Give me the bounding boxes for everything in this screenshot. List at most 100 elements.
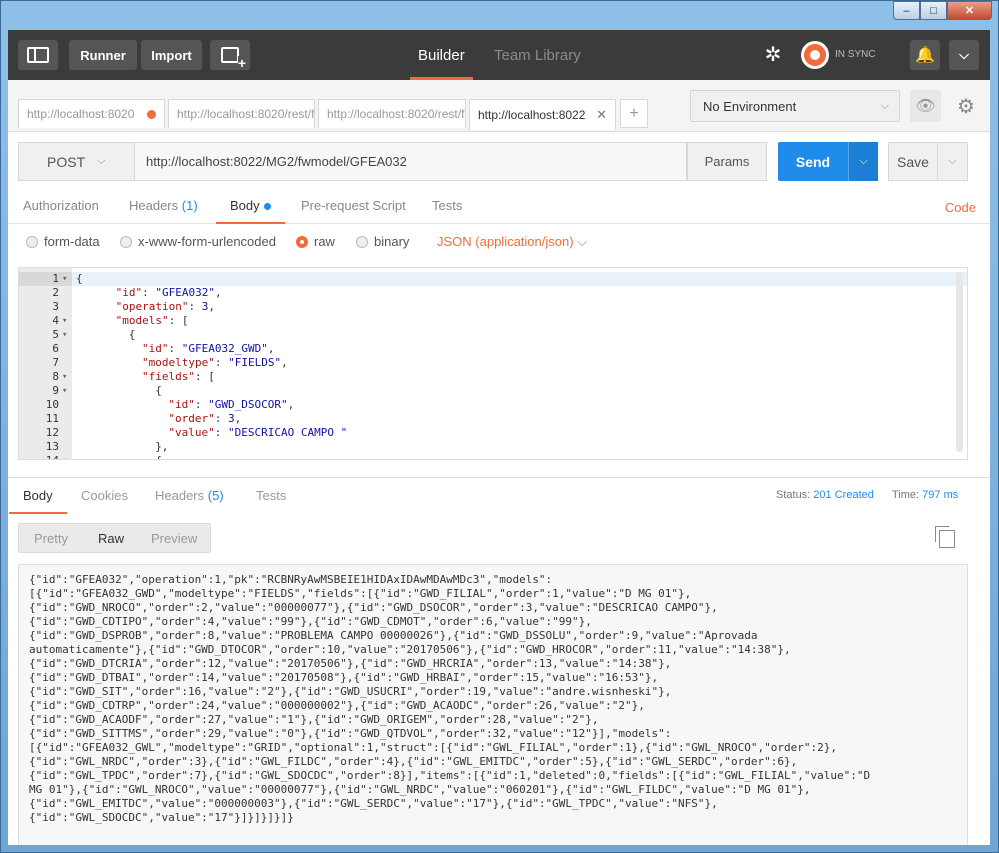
- fold-arrow-icon[interactable]: ▾: [62, 454, 67, 459]
- line-code: "value": "DESCRICAO CAMPO ": [76, 426, 347, 440]
- fold-arrow-icon[interactable]: ▾: [62, 314, 67, 328]
- send-options-button[interactable]: ⌵: [848, 142, 878, 181]
- fold-arrow-icon[interactable]: ▾: [62, 328, 67, 342]
- request-tab-label: http://localhost:8020/rest/f: [177, 107, 315, 121]
- save-button[interactable]: Save: [888, 142, 938, 181]
- request-body-editor[interactable]: 1 ▾{2 "id": "GFEA032", 3 "operation": 3, 4 ▾ "m…: [18, 267, 968, 460]
- tab-headers-label: Headers: [129, 198, 179, 213]
- view-pretty-tab[interactable]: Pretty: [34, 531, 68, 546]
- tab-prerequest-script[interactable]: Pre-request Script: [301, 198, 406, 213]
- response-tab-headers[interactable]: Headers (5): [155, 488, 224, 503]
- tab-body[interactable]: Body: [216, 198, 285, 224]
- builder-tab[interactable]: Builder: [410, 30, 473, 80]
- response-status: Status: 201 Created: [776, 489, 874, 501]
- status-label: Status:: [776, 489, 811, 501]
- json-key: "id": [115, 286, 143, 299]
- minimize-button[interactable]: –: [893, 1, 920, 20]
- body-set-dot-icon: [263, 203, 271, 211]
- line-number: 2: [52, 286, 59, 299]
- time-value: 797 ms: [922, 489, 959, 501]
- runner-button[interactable]: Runner: [69, 40, 137, 70]
- editor-line: 14▾ {: [19, 454, 967, 459]
- json-punct: :: [194, 398, 209, 411]
- radio-circle-icon: [356, 235, 368, 248]
- new-window-button[interactable]: [210, 40, 250, 70]
- postman-app: Runner Import Builder Team Library ✲ IN …: [8, 30, 990, 845]
- json-punct: {: [76, 272, 83, 285]
- line-code: "fields": [: [76, 370, 215, 384]
- chevron-down-icon: ⌵: [577, 234, 588, 249]
- line-code: },: [76, 440, 168, 454]
- editor-line: 7 "modeltype": "FIELDS",: [19, 356, 967, 370]
- url-bar: POST ⌵ http://localhost:8022/MG2/fwmodel…: [18, 142, 980, 182]
- request-tab-3[interactable]: http://localhost:8020/rest/f: [318, 99, 466, 128]
- environment-select[interactable]: No Environment ⌵: [690, 90, 900, 122]
- editor-scrollbar[interactable]: [956, 272, 963, 452]
- request-tab-4[interactable]: http://localhost:8022 ✕: [469, 99, 616, 130]
- radio-binary[interactable]: binary: [356, 234, 409, 249]
- radio-raw[interactable]: raw: [296, 234, 335, 249]
- url-input[interactable]: http://localhost:8022/MG2/fwmodel/GFEA03…: [135, 142, 687, 181]
- line-code: {: [76, 384, 162, 398]
- close-window-button[interactable]: ✕: [947, 1, 992, 20]
- manage-environments-button[interactable]: ⚙: [952, 90, 980, 122]
- send-button[interactable]: Send: [778, 142, 848, 181]
- fold-arrow-icon[interactable]: ▾: [62, 272, 67, 286]
- content-type-value: JSON (application/json): [437, 234, 574, 249]
- team-library-tab[interactable]: Team Library: [494, 30, 581, 80]
- fold-arrow-icon[interactable]: ▾: [62, 384, 67, 398]
- method-select[interactable]: POST ⌵: [18, 142, 135, 181]
- editor-line: 4 ▾ "models": [: [19, 314, 967, 328]
- request-tab-2[interactable]: http://localhost:8020/rest/f: [168, 99, 315, 128]
- interceptor-icon[interactable]: ✲: [760, 42, 786, 68]
- json-key: "id": [168, 398, 195, 411]
- generate-code-link[interactable]: Code: [945, 200, 976, 215]
- radio-selected-icon: [296, 235, 308, 248]
- request-tab-1[interactable]: http://localhost:8020: [18, 99, 165, 128]
- new-window-icon: [221, 47, 246, 70]
- request-tabs-bar: http://localhost:8020 http://localhost:8…: [8, 80, 990, 132]
- view-preview-tab[interactable]: Preview: [151, 531, 197, 546]
- json-punct: :: [142, 286, 156, 299]
- chevron-down-icon: ⌵: [880, 99, 889, 112]
- unsaved-dot-icon: [147, 109, 156, 119]
- fold-arrow-icon[interactable]: ▾: [62, 370, 67, 384]
- response-tab-cookies[interactable]: Cookies: [81, 488, 128, 503]
- response-view-tabs: Pretty Raw Preview: [18, 523, 211, 553]
- close-tab-icon[interactable]: ✕: [596, 107, 607, 123]
- view-raw-tab[interactable]: Raw: [98, 531, 124, 546]
- json-punct: ,: [208, 300, 215, 313]
- tab-headers[interactable]: Headers (1): [129, 198, 198, 213]
- json-punct: {: [128, 328, 136, 341]
- add-tab-button[interactable]: +: [620, 99, 648, 128]
- editor-line: 1 ▾{: [19, 272, 967, 286]
- line-number: 12: [45, 426, 59, 439]
- tab-authorization[interactable]: Authorization: [23, 198, 99, 213]
- notifications-button[interactable]: 🔔: [910, 40, 940, 70]
- save-options-button[interactable]: ⌵: [938, 142, 968, 181]
- toggle-sidebar-button[interactable]: [18, 40, 58, 70]
- radio-raw-label: raw: [314, 234, 335, 249]
- bell-icon: 🔔: [915, 47, 935, 64]
- radio-form-data-label: form-data: [44, 234, 100, 249]
- settings-menu-button[interactable]: ⌵: [949, 40, 979, 70]
- radio-urlencoded[interactable]: x-www-form-urlencoded: [120, 234, 276, 249]
- radio-form-data[interactable]: form-data: [26, 234, 100, 249]
- response-raw-body[interactable]: {"id":"GFEA032","operation":1,"pk":"RCBN…: [18, 564, 968, 845]
- json-key: "models": [115, 314, 169, 327]
- maximize-button[interactable]: □: [920, 1, 947, 20]
- response-tab-body[interactable]: Body: [9, 488, 67, 514]
- json-key: "id": [142, 342, 169, 355]
- content-type-select[interactable]: JSON (application/json) ⌵: [437, 234, 587, 250]
- import-button[interactable]: Import: [141, 40, 202, 70]
- environment-quick-look-button[interactable]: 👁: [910, 90, 941, 122]
- sync-icon[interactable]: [801, 41, 829, 69]
- tab-tests[interactable]: Tests: [432, 198, 462, 213]
- json-punct: ,: [234, 412, 242, 425]
- editor-line: 3 "operation": 3,: [19, 300, 967, 314]
- sidebar-icon: [27, 47, 49, 63]
- copy-icon[interactable]: [935, 526, 955, 548]
- response-tab-tests[interactable]: Tests: [256, 488, 286, 503]
- params-button[interactable]: Params: [687, 142, 767, 181]
- json-punct: ,: [214, 286, 222, 299]
